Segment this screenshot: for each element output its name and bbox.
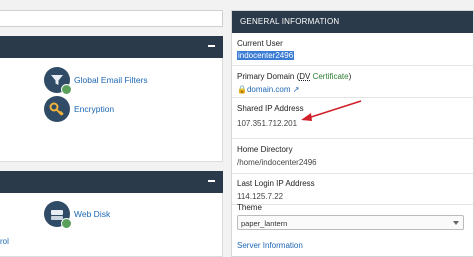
shared-ip-value: 107.351.712.201 — [237, 119, 298, 128]
email-panel-body: Global Email Filters Encryption — [0, 58, 223, 162]
shared-ip-row: Shared IP Address 107.351.712.201 — [232, 98, 473, 139]
files-panel-body: Web Disk — [0, 193, 223, 257]
collapse-icon[interactable] — [208, 180, 215, 182]
web-disk-icon — [44, 201, 72, 229]
dv-abbreviation[interactable]: DV — [299, 72, 310, 81]
email-filter-icon — [44, 67, 72, 95]
field-label: Shared IP Address — [237, 104, 304, 113]
tool-label[interactable]: Web Disk — [74, 209, 110, 219]
server-information-link[interactable]: Server Information — [237, 241, 303, 250]
home-directory-value: /home/indocenter2496 — [237, 158, 317, 167]
chevron-down-icon — [453, 221, 459, 225]
lock-icon: 🔒 — [237, 85, 247, 94]
last-login-ip-value: 114.125.7.22 — [237, 192, 284, 201]
current-user-value: indocenter2496 — [237, 51, 295, 60]
current-user-row: Current User indocenter2496 — [232, 33, 473, 66]
collapse-icon[interactable] — [208, 45, 215, 47]
field-label: Home Directory — [237, 145, 293, 154]
tool-label[interactable]: Encryption — [74, 104, 114, 114]
search-input[interactable] — [0, 10, 223, 27]
home-directory-row: Home Directory /home/indocenter2496 — [232, 139, 473, 174]
tool-encryption[interactable]: Encryption — [44, 96, 114, 122]
files-panel-header[interactable] — [0, 171, 223, 193]
last-login-ip-row: Last Login IP Address 114.125.7.22 — [232, 174, 473, 205]
field-label: Primary Domain (DV Certificate) — [237, 72, 352, 81]
theme-label: Theme — [237, 203, 262, 212]
email-panel-header[interactable] — [0, 36, 223, 58]
tool-web-disk[interactable]: Web Disk — [44, 201, 110, 229]
tool-label[interactable]: Global Email Filters — [74, 75, 148, 85]
primary-domain-row: Primary Domain (DV Certificate) 🔒domain.… — [232, 66, 473, 98]
encryption-key-icon — [44, 96, 70, 122]
tool-global-email-filters[interactable]: Global Email Filters — [44, 67, 148, 95]
truncated-link[interactable]: rol — [0, 237, 9, 246]
primary-domain-link[interactable]: 🔒domain.com ↗ — [237, 85, 299, 94]
theme-select[interactable]: paper_lantern — [237, 215, 464, 230]
panel-title: GENERAL INFORMATION — [232, 11, 473, 33]
general-information-panel: GENERAL INFORMATION Current User indocen… — [231, 10, 474, 257]
field-label: Current User — [237, 39, 283, 48]
selected-text: indocenter2496 — [237, 51, 295, 60]
field-label: Last Login IP Address — [237, 179, 315, 188]
external-link-icon: ↗ — [290, 85, 300, 94]
